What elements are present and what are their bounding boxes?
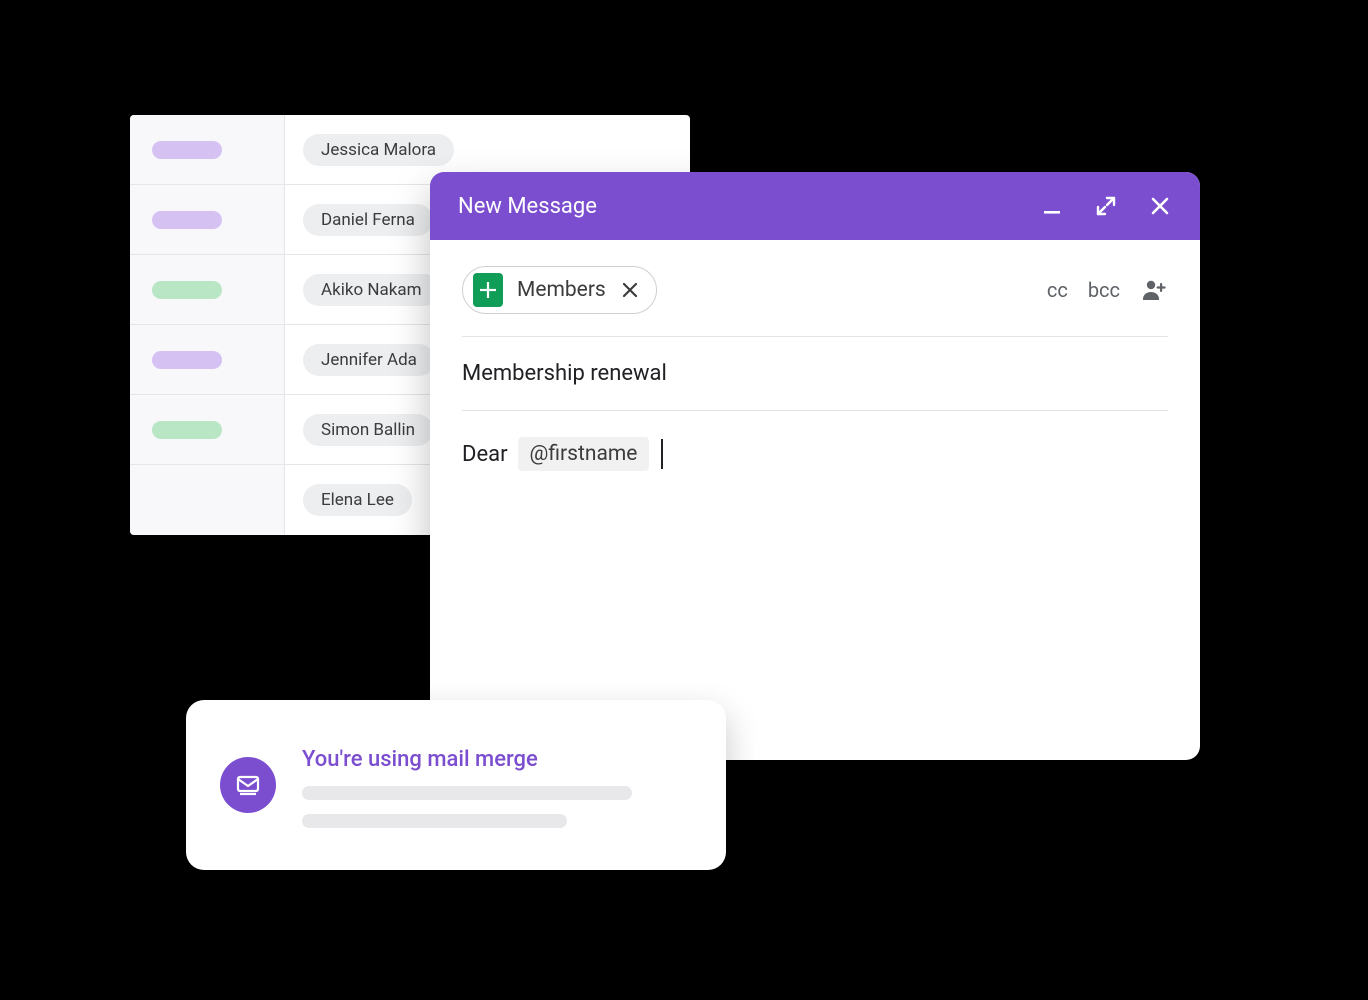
- name-chip[interactable]: Daniel Ferna: [303, 204, 433, 236]
- status-cell: [130, 185, 285, 254]
- cc-button[interactable]: cc: [1047, 278, 1068, 302]
- mail-merge-icon: [220, 757, 276, 813]
- status-cell: [130, 395, 285, 464]
- sheets-icon: [473, 273, 503, 307]
- body-text: Dear: [462, 442, 508, 467]
- status-pill: [152, 281, 222, 299]
- compose-header: New Message: [430, 172, 1200, 240]
- recipient-chip-label: Members: [517, 278, 606, 302]
- status-pill: [152, 141, 222, 159]
- name-chip[interactable]: Akiko Nakam: [303, 274, 440, 306]
- compose-title: New Message: [458, 194, 1040, 219]
- status-pill: [152, 211, 222, 229]
- mail-merge-notification: You're using mail merge: [186, 700, 726, 870]
- recipients-row[interactable]: Members cc bcc: [462, 240, 1168, 337]
- name-chip[interactable]: Jessica Malora: [303, 134, 454, 166]
- subject-input[interactable]: Membership renewal: [462, 337, 1168, 411]
- merge-tag[interactable]: @firstname: [518, 437, 650, 471]
- remove-recipient-icon[interactable]: [620, 280, 640, 300]
- status-pill: [152, 351, 222, 369]
- text-cursor: [661, 439, 663, 469]
- close-icon[interactable]: [1148, 194, 1172, 218]
- name-chip[interactable]: Elena Lee: [303, 484, 412, 516]
- add-recipient-icon[interactable]: [1140, 276, 1168, 304]
- placeholder-line: [302, 786, 632, 800]
- bcc-button[interactable]: bcc: [1088, 278, 1120, 302]
- recipient-chip[interactable]: Members: [462, 266, 657, 314]
- status-cell: [130, 255, 285, 324]
- name-chip[interactable]: Simon Ballin: [303, 414, 433, 446]
- notification-title: You're using mail merge: [302, 747, 692, 772]
- compose-window: New Message: [430, 172, 1200, 760]
- minimize-icon[interactable]: [1040, 194, 1064, 218]
- status-cell: [130, 325, 285, 394]
- status-cell: [130, 465, 285, 535]
- status-cell: [130, 115, 285, 184]
- status-pill: [152, 421, 222, 439]
- placeholder-line: [302, 814, 567, 828]
- name-chip[interactable]: Jennifer Ada: [303, 344, 435, 376]
- expand-icon[interactable]: [1094, 194, 1118, 218]
- message-body[interactable]: Dear @firstname: [462, 411, 1168, 471]
